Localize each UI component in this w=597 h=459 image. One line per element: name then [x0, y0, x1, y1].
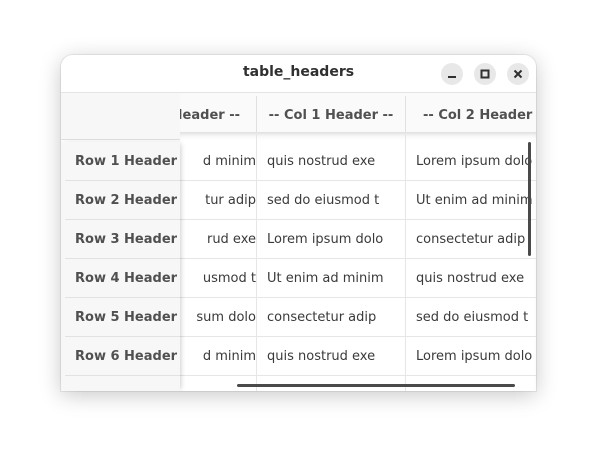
window-title: table_headers	[242, 64, 355, 80]
row-header-1[interactable]: Row 1 Header	[65, 142, 180, 181]
table-cell[interactable]: quis nostrud exe	[406, 259, 536, 298]
table-cell[interactable]: rud exe	[180, 220, 256, 259]
minimize-button[interactable]	[441, 63, 463, 85]
table-cell[interactable]: d minim	[180, 142, 256, 181]
table-cell[interactable]: usmod t	[180, 259, 256, 298]
table-cell[interactable]: consectetur adip	[406, 220, 536, 259]
table-cell[interactable]: sed do eiusmod t	[257, 181, 405, 220]
table-cell[interactable]: sum dolo	[180, 298, 256, 337]
table-cell[interactable]: consectetur adip	[257, 298, 405, 337]
table-cell[interactable]: sed do eiusmod t	[406, 298, 536, 337]
table-cell[interactable]: d minim	[180, 337, 256, 376]
table-cell[interactable]: quis nostrud exe	[257, 142, 405, 181]
table-corner	[61, 93, 180, 140]
table-cell[interactable]: Ut enim ad minim	[406, 181, 536, 220]
row-header-partial	[65, 376, 180, 391]
row-header-6[interactable]: Row 6 Header	[65, 337, 180, 376]
table-cell[interactable]: Lorem ipsum dolo	[406, 142, 536, 181]
table-cell[interactable]: Lorem ipsum dolo	[257, 220, 405, 259]
row-header-2[interactable]: Row 2 Header	[65, 181, 180, 220]
maximize-icon	[480, 69, 490, 79]
app-window: table_headers Header -- -- Col 1 Header …	[61, 55, 536, 391]
title-bar[interactable]: table_headers	[61, 55, 536, 93]
table-view[interactable]: Header -- -- Col 1 Header -- -- Col 2 He…	[61, 93, 536, 391]
maximize-button[interactable]	[474, 63, 496, 85]
minimize-icon	[448, 76, 456, 78]
row-header-4[interactable]: Row 4 Header	[65, 259, 180, 298]
close-button[interactable]	[507, 63, 529, 85]
row-header-column: Row 1 Header Row 2 Header Row 3 Header R…	[61, 142, 180, 391]
row-header-5[interactable]: Row 5 Header	[65, 298, 180, 337]
close-icon	[513, 69, 523, 79]
table-cell[interactable]: tur adip	[180, 181, 256, 220]
horizontal-scrollbar[interactable]	[237, 384, 515, 387]
vertical-scrollbar[interactable]	[528, 142, 531, 256]
table-cell[interactable]: quis nostrud exe	[257, 337, 405, 376]
table-body: d minim quis nostrud exe Lorem ipsum dol…	[180, 132, 536, 391]
table-cell[interactable]: Ut enim ad minim	[257, 259, 405, 298]
table-cell[interactable]: Lorem ipsum dolo	[406, 337, 536, 376]
row-header-3[interactable]: Row 3 Header	[65, 220, 180, 259]
